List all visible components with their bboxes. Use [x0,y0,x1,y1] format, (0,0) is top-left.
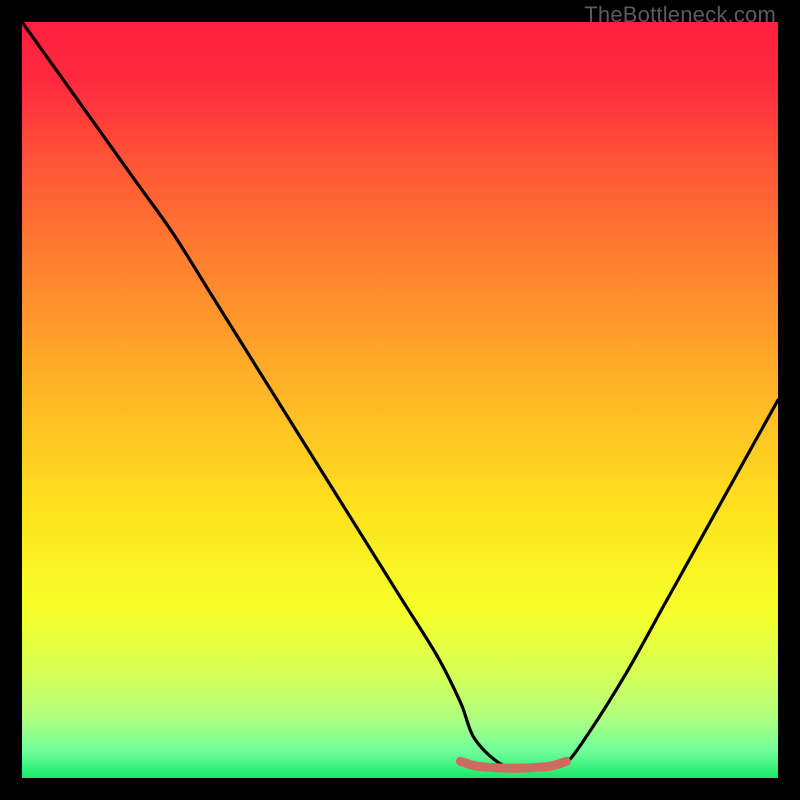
chart-frame [22,22,778,778]
chart-background [22,22,778,778]
chart-svg [22,22,778,778]
